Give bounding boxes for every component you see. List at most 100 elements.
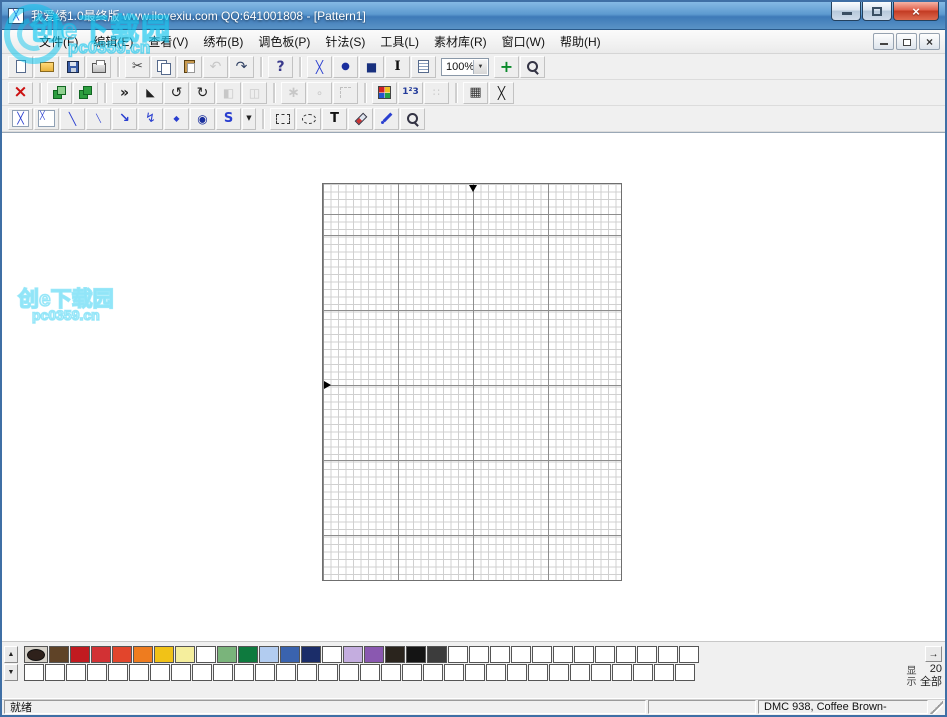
menu-view[interactable]: 查看(V)	[141, 30, 195, 53]
flip-horizontal-button[interactable]: ◧	[216, 82, 241, 104]
effect-dot-button[interactable]: ∘	[307, 82, 332, 104]
french-knot-button[interactable]: ◉	[190, 108, 215, 130]
palette-swatch[interactable]	[385, 646, 405, 663]
three-quarter-stitch-button[interactable]: ╳	[34, 108, 59, 130]
palette-swatch[interactable]	[528, 664, 548, 681]
view-symbol-button[interactable]: I	[385, 56, 410, 78]
palette-swatch[interactable]	[364, 646, 384, 663]
palette-swatch[interactable]	[49, 646, 69, 663]
new-button[interactable]	[8, 56, 33, 78]
half-stitch-button[interactable]: ╲	[60, 108, 85, 130]
palette-swatch[interactable]	[217, 646, 237, 663]
mdi-restore-button[interactable]	[896, 33, 917, 50]
palette-swatch[interactable]	[570, 664, 590, 681]
palette-swatch[interactable]	[91, 646, 111, 663]
palette-swatch[interactable]	[276, 664, 296, 681]
resize-grip[interactable]	[930, 700, 943, 714]
mirror-diagonal-button[interactable]: ◣	[138, 82, 163, 104]
minimize-button[interactable]	[831, 2, 861, 21]
titlebar[interactable]: ╳ 我爱绣1.0最终版 www.ilovexiu.com QQ:64100180…	[2, 2, 945, 30]
palette-swatch[interactable]	[24, 664, 44, 681]
color-picker-button[interactable]	[374, 108, 399, 130]
rotate-left-button[interactable]: ↺	[164, 82, 189, 104]
palette-swatch[interactable]	[360, 664, 380, 681]
grid-cross-button[interactable]: ╳	[489, 82, 514, 104]
zoom-window-button[interactable]	[520, 56, 545, 78]
select-ellipse-button[interactable]	[296, 108, 321, 130]
forward-button[interactable]: »	[112, 82, 137, 104]
redo-button[interactable]: ↷	[229, 56, 254, 78]
palette-swatch[interactable]	[196, 646, 216, 663]
palette-swatch[interactable]	[553, 646, 573, 663]
palette-swatch[interactable]	[129, 664, 149, 681]
mdi-close-button[interactable]: ×	[919, 33, 940, 50]
palette-swatch[interactable]	[154, 646, 174, 663]
palette-swatch[interactable]	[255, 664, 275, 681]
palette-swatch[interactable]	[45, 664, 65, 681]
palette-scroll-up-button[interactable]: ▲	[4, 646, 18, 663]
display-count[interactable]: 20	[930, 663, 942, 676]
palette-swatch[interactable]	[150, 664, 170, 681]
palette-swatch[interactable]	[133, 646, 153, 663]
menu-library[interactable]: 素材库(R)	[427, 30, 494, 53]
palette-swatch[interactable]	[511, 646, 531, 663]
palette-swatch[interactable]	[213, 664, 233, 681]
special-stitch-dropdown-button[interactable]: ▼	[242, 108, 256, 130]
open-button[interactable]	[34, 56, 59, 78]
menu-file[interactable]: 文件(F)	[32, 30, 85, 53]
menu-window[interactable]: 窗口(W)	[495, 30, 552, 53]
palette-swatch[interactable]	[171, 664, 191, 681]
pattern-dots-button[interactable]: ∷	[424, 82, 449, 104]
palette-swatch[interactable]	[654, 664, 674, 681]
special-stitch-button[interactable]: S	[216, 108, 241, 130]
shift-block-button[interactable]	[47, 82, 72, 104]
dropdown-arrow-icon[interactable]: ▼	[473, 60, 487, 74]
palette-swatch[interactable]	[301, 646, 321, 663]
palette-swatch[interactable]	[66, 664, 86, 681]
palette-swatch[interactable]	[406, 646, 426, 663]
palette-swatch[interactable]	[318, 664, 338, 681]
canvas-area[interactable]: 创e下载园 pc0359.cn	[2, 132, 945, 641]
help-button[interactable]: ?	[268, 56, 293, 78]
palette-scroll-down-button[interactable]: ▼	[4, 664, 18, 681]
close-button[interactable]: ×	[893, 2, 939, 21]
save-button[interactable]	[60, 56, 85, 78]
selected-color-swatch[interactable]	[24, 646, 48, 663]
palette-swatch[interactable]	[633, 664, 653, 681]
palette-swatch[interactable]	[486, 664, 506, 681]
quarter-stitch-button[interactable]: ╲	[86, 108, 111, 130]
copy-button[interactable]	[151, 56, 176, 78]
palette-swatch[interactable]	[70, 646, 90, 663]
palette-swatch[interactable]	[574, 646, 594, 663]
menu-fabric[interactable]: 绣布(B)	[196, 30, 250, 53]
palette-swatch[interactable]	[280, 646, 300, 663]
palette-swatch[interactable]	[87, 664, 107, 681]
fit-view-button[interactable]: +	[494, 56, 519, 78]
paste-button[interactable]	[177, 56, 202, 78]
menu-stitch[interactable]: 针法(S)	[318, 30, 372, 53]
print-button[interactable]	[86, 56, 111, 78]
palette-swatch[interactable]	[234, 664, 254, 681]
palette-swatch[interactable]	[381, 664, 401, 681]
straight-stitch-button[interactable]: ↯	[138, 108, 163, 130]
palette-swatch[interactable]	[112, 646, 132, 663]
palette-swatch[interactable]	[658, 646, 678, 663]
palette-more-button[interactable]: →	[925, 646, 942, 662]
petite-stitch-button[interactable]: ◆	[164, 108, 189, 130]
delete-button[interactable]: ×	[8, 82, 33, 104]
undo-button[interactable]: ↶	[203, 56, 228, 78]
display-all[interactable]: 全部	[920, 676, 942, 689]
back-stitch-button[interactable]: ↘	[112, 108, 137, 130]
menu-edit[interactable]: 编辑(E)	[86, 30, 140, 53]
palette-swatch[interactable]	[465, 664, 485, 681]
maximize-button[interactable]	[862, 2, 892, 21]
stitch-grid[interactable]	[322, 183, 622, 581]
palette-swatch[interactable]	[175, 646, 195, 663]
menu-palette[interactable]: 调色板(P)	[251, 30, 317, 53]
palette-swatch[interactable]	[490, 646, 510, 663]
palette-swatch[interactable]	[616, 646, 636, 663]
palette-swatch[interactable]	[192, 664, 212, 681]
palette-swatch[interactable]	[532, 646, 552, 663]
palette-swatch[interactable]	[675, 664, 695, 681]
palette-swatch[interactable]	[238, 646, 258, 663]
